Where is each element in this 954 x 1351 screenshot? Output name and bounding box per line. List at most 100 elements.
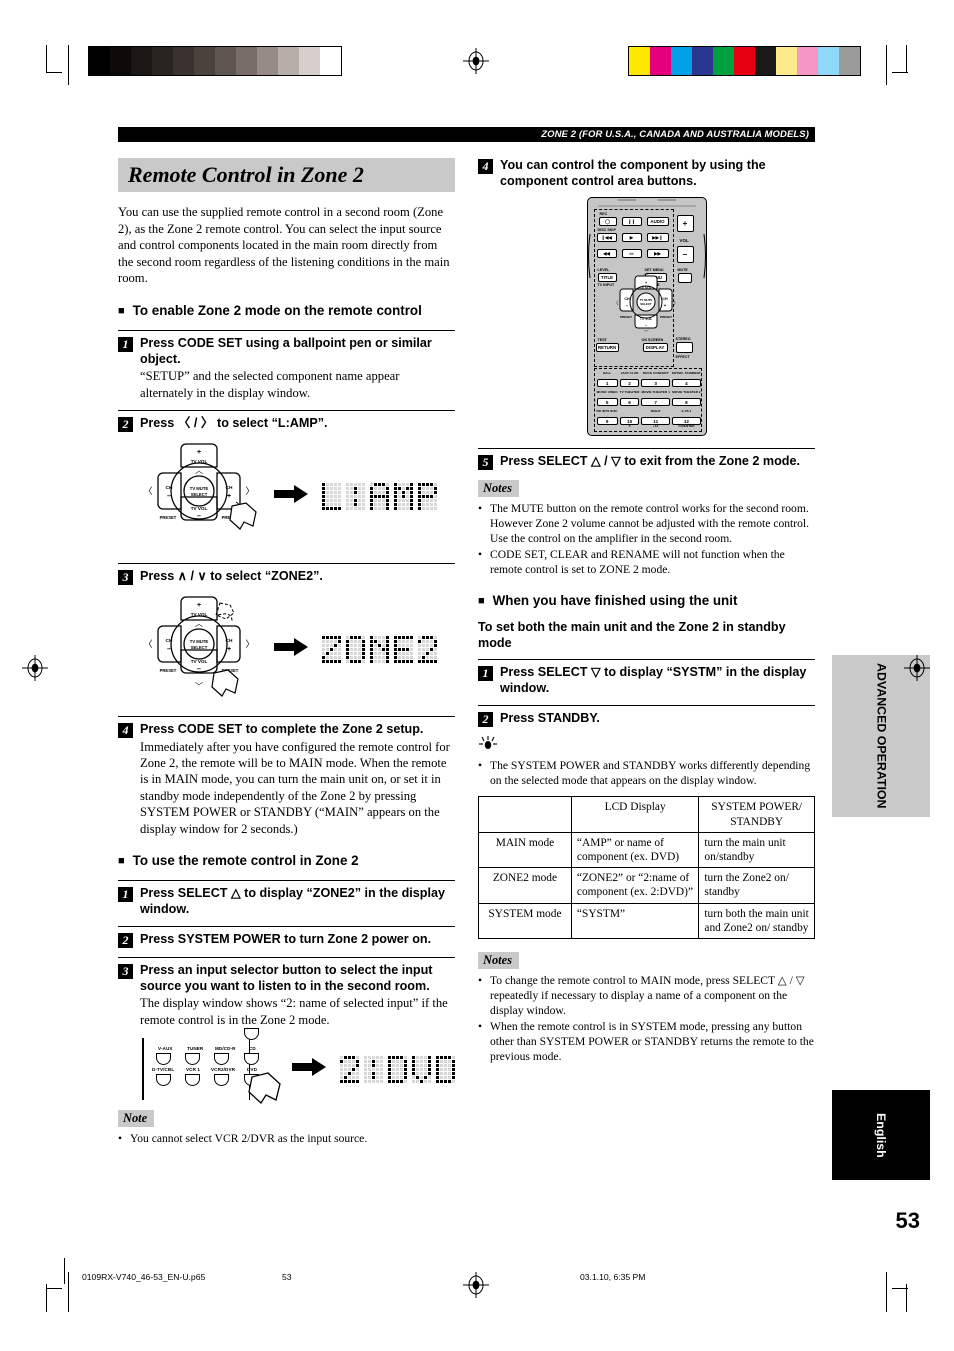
- remote-button-next[interactable]: ▶▶❙: [646, 233, 669, 243]
- keypad-key-1[interactable]: HALL 1: [596, 371, 618, 390]
- step-number-badge: 3: [118, 964, 133, 980]
- color-swatch: [797, 47, 818, 75]
- footer-page-number: 53: [282, 1272, 292, 1282]
- svg-text:SELECT: SELECT: [191, 645, 208, 650]
- keypad-key-number[interactable]: 6: [619, 398, 640, 407]
- selector-label-vcr2-dvr: VCR2/DVR: [211, 1067, 236, 1073]
- keypad-key-9[interactable]: DD /DTS SUR. 9: [596, 409, 618, 428]
- remote-button-previous[interactable]: ❙◀◀: [596, 233, 617, 243]
- registration-mark-left: [22, 655, 48, 681]
- black-square-bullet-icon: ■: [478, 595, 485, 608]
- selector-button-vcr1: [185, 1074, 200, 1087]
- keypad-key-6[interactable]: TV THEATER 6: [619, 390, 640, 409]
- side-tab-english: English: [832, 1090, 930, 1180]
- keypad-key-5[interactable]: MUSIC VIDEO 5: [596, 390, 618, 409]
- step-standby-2: 2 Press STANDBY.: [478, 705, 815, 728]
- lcd-character: [346, 482, 365, 510]
- selector-button-md-cdr: [214, 1053, 229, 1066]
- step-title: Press SELECT △ to display “ZONE2” in the…: [140, 886, 446, 916]
- table-cell-power: turn the Zone2 on/ standby: [698, 867, 815, 904]
- remote-button-volume-down[interactable]: –: [676, 246, 694, 264]
- svg-text:+: +: [663, 303, 666, 308]
- grayscale-swatch: [278, 47, 299, 75]
- keypad-key-number[interactable]: 5: [596, 398, 618, 407]
- remote-button-pause[interactable]: ❙❙: [621, 217, 642, 227]
- svg-text:–: –: [167, 646, 171, 653]
- svg-text:︿: ︿: [195, 466, 203, 475]
- remote-button-audio[interactable]: AUDIO: [646, 217, 669, 227]
- svg-text:TV VOL: TV VOL: [191, 659, 208, 664]
- keypad-key-2[interactable]: JAZZ CLUB 2: [619, 371, 640, 390]
- keypad-key-top-label: TV THEATER: [619, 390, 640, 395]
- remote-button-volume-up[interactable]: +: [676, 215, 694, 233]
- remote-button-stop[interactable]: ▭: [621, 249, 642, 259]
- keypad-key-3[interactable]: ROCK CONCERT 3: [641, 371, 670, 390]
- remote-button-return[interactable]: RETURN: [595, 343, 619, 353]
- color-swatch: [650, 47, 671, 75]
- remote-label-stereo: STEREO: [675, 337, 691, 342]
- remote-button-effect[interactable]: [675, 342, 693, 354]
- color-swatch: [839, 47, 860, 75]
- lcd-character: [388, 1055, 407, 1083]
- selector-button-vcr2-dvr: [214, 1074, 229, 1087]
- bullet-dot: •: [478, 548, 483, 562]
- step-number-badge: 1: [118, 336, 133, 352]
- keypad-key-7[interactable]: MOVIE THEATER 1 7: [641, 390, 670, 409]
- bullet-dot: •: [478, 1020, 483, 1033]
- lcd-character: [436, 1055, 455, 1083]
- keypad-key-top-label: MOVIE THEATER 1: [641, 390, 670, 395]
- bullet-text: You cannot select VCR 2/DVR as the input…: [130, 1132, 368, 1146]
- step-number-badge: 1: [118, 887, 133, 902]
- bullet-text: To change the remote control to MAIN mod…: [490, 974, 805, 1017]
- keypad-key-number[interactable]: 3: [641, 379, 670, 388]
- lcd-character: [394, 482, 413, 510]
- selector-button-d-tv-cbl: [156, 1074, 171, 1087]
- keypad-key-top-label: MUSIC VIDEO: [596, 390, 618, 395]
- step-description: “SETUP” and the selected component name …: [140, 369, 400, 400]
- remote-button-rec[interactable]: ◯: [598, 217, 617, 227]
- table-cell-power: turn the main unit on/standby: [698, 831, 815, 869]
- keypad-key-top-label: NIGHT: [650, 409, 661, 414]
- keypad-key-number[interactable]: 8: [671, 398, 701, 407]
- keypad-key-number[interactable]: 2: [619, 379, 640, 388]
- keypad-key-top-label: ROCK CONCERT: [642, 371, 669, 376]
- step-title: Press SELECT ▽ to display “SYSTM” in the…: [500, 665, 807, 695]
- keypad-key-12[interactable]: 6.1/5.1 12 CH/ENTER: [671, 409, 701, 428]
- keypad-key-4[interactable]: ENTER- TAINMENT 4: [671, 371, 701, 390]
- svg-text:〈: 〈: [143, 486, 152, 496]
- svg-text:PRESET: PRESET: [619, 315, 631, 319]
- bullet-item: • To change the remote control to MAIN mo…: [478, 973, 815, 1018]
- keypad-key-top-label: DD /DTS SUR.: [596, 409, 618, 414]
- bullet-dot: •: [478, 502, 483, 516]
- keypad-key-number[interactable]: 7: [641, 398, 670, 407]
- grayscale-swatch: [131, 47, 152, 75]
- keypad-key-10[interactable]: 10 0: [619, 410, 640, 429]
- remote-button-mute[interactable]: [677, 273, 692, 284]
- table-cell-lcd: “AMP” or name of component (ex. DVD): [570, 831, 700, 869]
- note-list: • You cannot select VCR 2/DVR as the inpu…: [118, 1131, 455, 1146]
- remote-button-rewind[interactable]: ◀◀: [596, 249, 617, 259]
- step-use-2: 2 Press SYSTEM POWER to turn Zone 2 powe…: [118, 926, 455, 949]
- keypad-key-8[interactable]: MOVIE THEATER 2 8: [671, 390, 701, 409]
- keypad-key-number[interactable]: 4: [671, 379, 701, 388]
- keypad-key-bottom-label: +10: [653, 424, 659, 429]
- table-header-row: LCD Display SYSTEM POWER/ STANDBY: [478, 796, 815, 833]
- keypad-key-number[interactable]: 9: [596, 417, 618, 426]
- color-swatch: [734, 47, 755, 75]
- remote-button-fast-forward[interactable]: ▶▶: [646, 249, 669, 259]
- keypad-key-top-label: HALL: [602, 371, 612, 376]
- bullet-item: • The MUTE button on the remote control w…: [478, 501, 815, 546]
- bullet-text: When the remote control is in SYSTEM mod…: [490, 1020, 814, 1063]
- step-title: You can control the component by using t…: [500, 158, 766, 188]
- step-number-badge: 4: [478, 159, 493, 174]
- figure-cursor-pad-lamp: + TV VOL TV VOL – CH – CH + TV MUTE SELE…: [118, 440, 455, 553]
- remote-button-display[interactable]: DISPLAY: [642, 343, 668, 353]
- step-title: Press ∧ / ∨ to select “ZONE2”.: [140, 568, 323, 583]
- keypad-key-bottom-label: 0: [628, 424, 631, 429]
- remote-button-play[interactable]: ▶: [621, 233, 642, 243]
- keypad-key-11[interactable]: NIGHT 11 +10: [641, 409, 670, 429]
- table-header-blank: [478, 796, 572, 833]
- selector-button-top-partial: [244, 1028, 259, 1041]
- keypad-key-number[interactable]: 1: [596, 379, 618, 388]
- note-tag: Note: [118, 1110, 155, 1128]
